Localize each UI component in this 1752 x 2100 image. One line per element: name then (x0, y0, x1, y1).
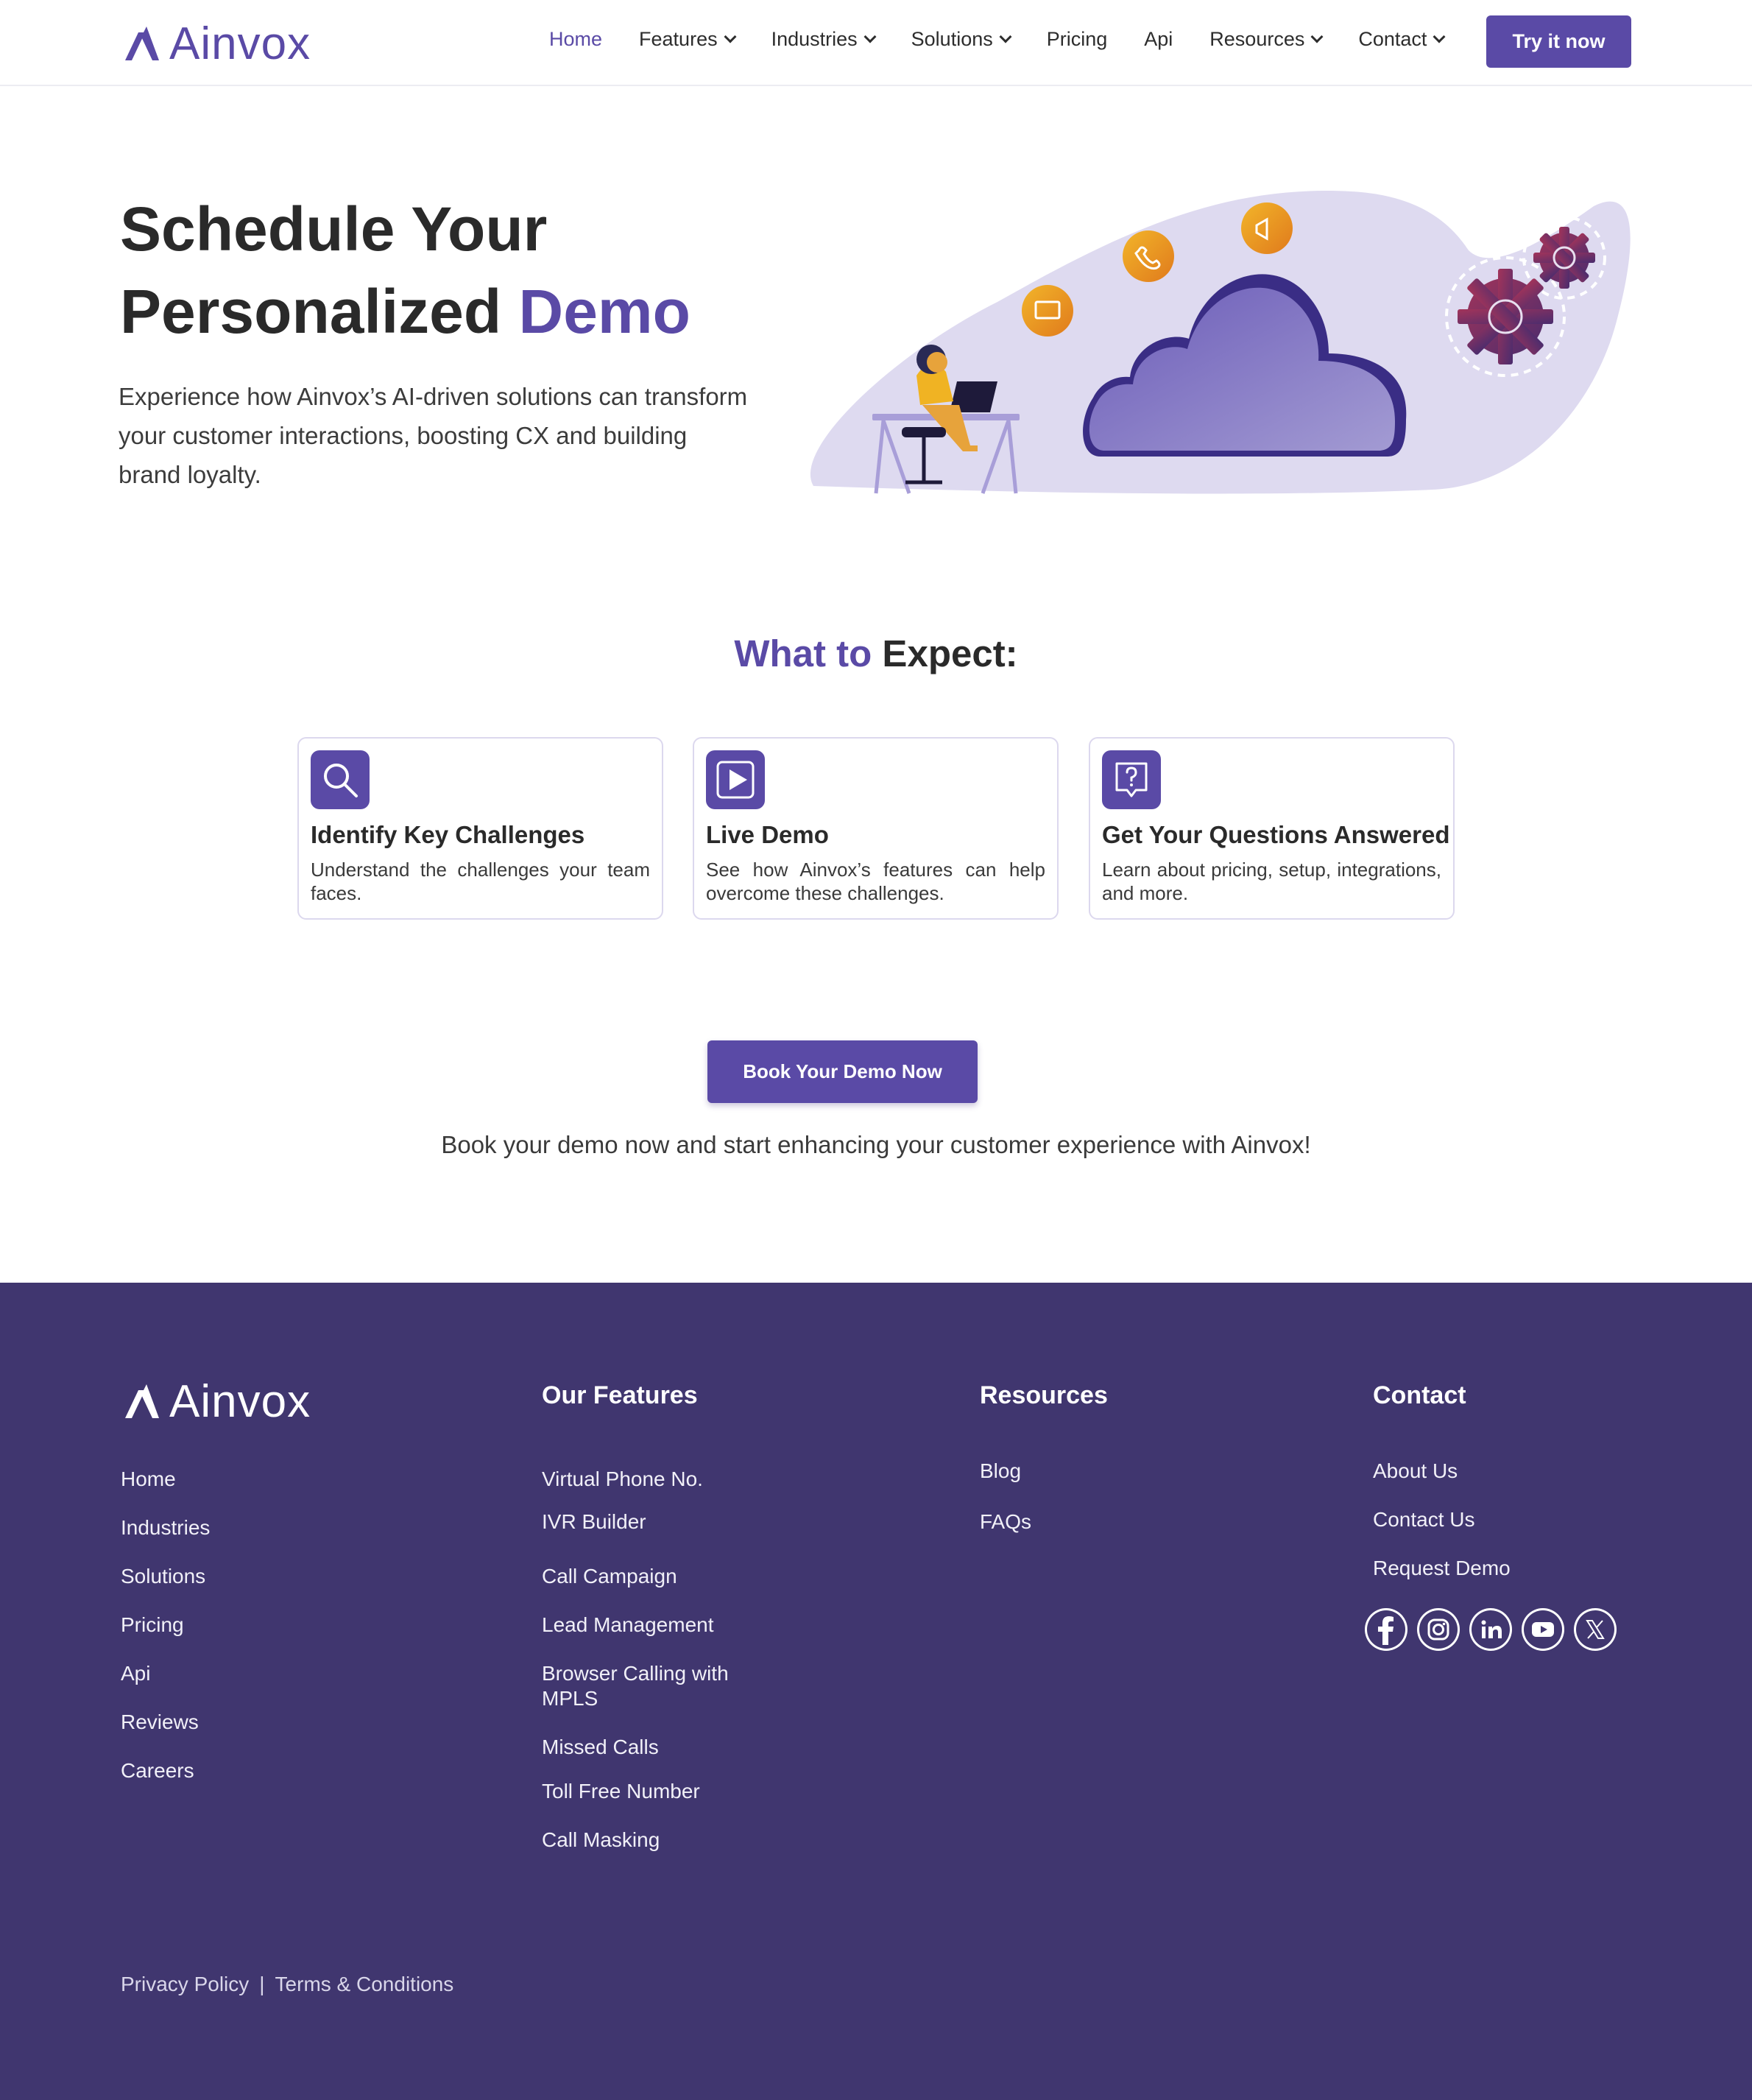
hero-subtitle: Experience how Ainvox’s AI-driven soluti… (119, 383, 748, 488)
footer-resources-title: Resources (980, 1381, 1108, 1409)
footer-link-api[interactable]: Api (121, 1661, 150, 1686)
footer-feature-browser-calling[interactable]: Browser Calling with MPLS (542, 1661, 763, 1711)
expect-title: What to Expect: (0, 632, 1752, 675)
footer-feature-call-masking[interactable]: Call Masking (542, 1828, 660, 1853)
booking-note: Book your demo now and start enhancing y… (441, 1131, 1311, 1158)
legal-separator: | (259, 1973, 265, 1995)
search-icon (311, 750, 370, 809)
footer-feature-toll-free[interactable]: Toll Free Number (542, 1779, 700, 1804)
expect-title-accent: What to (734, 633, 872, 674)
nav-industries-label: Industries (771, 28, 858, 50)
nav-features-label: Features (639, 28, 718, 50)
card-title: Identify Key Challenges (311, 821, 585, 848)
chevron-down-icon (999, 30, 1012, 43)
card-text: Understand the challenges your team face… (311, 859, 650, 904)
footer-features-title: Our Features (542, 1381, 698, 1409)
footer-link-careers[interactable]: Careers (121, 1758, 194, 1783)
brand-name: Ainvox (169, 18, 311, 69)
chevron-down-icon (724, 30, 737, 43)
nav-pricing[interactable]: Pricing (1047, 28, 1108, 51)
footer-resource-faqs[interactable]: FAQs (980, 1509, 1031, 1535)
nav-pricing-label: Pricing (1046, 28, 1108, 50)
hero-illustration (810, 191, 1631, 494)
footer-contact-contact-us[interactable]: Contact Us (1373, 1507, 1475, 1532)
nav-api[interactable]: Api (1144, 28, 1173, 51)
hero-title: Schedule Your Personalized Demo (120, 188, 690, 353)
question-icon (1102, 750, 1161, 809)
footer-link-solutions[interactable]: Solutions (121, 1564, 205, 1589)
brand-logo[interactable]: Ainvox (125, 18, 311, 70)
footer-link-pricing[interactable]: Pricing (121, 1613, 184, 1638)
expect-card-live-demo: Live Demo See how Ainvox’s features can … (693, 737, 1059, 920)
nav-resources[interactable]: Resources (1209, 28, 1324, 51)
book-demo-button[interactable]: Book Your Demo Now (707, 1040, 978, 1103)
facebook-icon[interactable] (1365, 1608, 1407, 1651)
footer-feature-lead-management[interactable]: Lead Management (542, 1613, 714, 1638)
footer-resource-blog[interactable]: Blog (980, 1459, 1021, 1484)
try-it-now-button[interactable]: Try it now (1486, 15, 1631, 68)
nav-resources-label: Resources (1209, 28, 1305, 50)
x-icon[interactable] (1574, 1608, 1617, 1651)
card-text: See how Ainvox’s features can help overc… (706, 859, 1045, 904)
footer-link-industries[interactable]: Industries (121, 1515, 210, 1540)
footer-link-reviews[interactable]: Reviews (121, 1710, 199, 1735)
card-title: Get Your Questions Answered (1102, 821, 1450, 848)
footer-logo[interactable]: Ainvox (125, 1375, 311, 1428)
hero-title-accent: Demo (518, 277, 690, 346)
nav-solutions[interactable]: Solutions (911, 28, 1012, 51)
nav-features[interactable]: Features (639, 28, 737, 51)
youtube-icon[interactable] (1522, 1608, 1564, 1651)
footer-contact-about[interactable]: About Us (1373, 1459, 1458, 1484)
expect-card-questions: Get Your Questions Answered Learn about … (1089, 737, 1455, 920)
footer-brand-name: Ainvox (169, 1376, 311, 1427)
footer-feature-call-campaign[interactable]: Call Campaign (542, 1564, 677, 1589)
footer-feature-virtual-phone[interactable]: Virtual Phone No. (542, 1467, 703, 1492)
nav-contact-label: Contact (1358, 28, 1427, 50)
nav-home-label: Home (549, 28, 603, 50)
card-text: Learn about pricing, setup, integrations… (1102, 859, 1441, 904)
linkedin-icon[interactable] (1469, 1608, 1512, 1651)
hero-title-line1: Schedule Your (120, 194, 548, 264)
logo-mark-icon (125, 1384, 159, 1418)
main-nav: Home Features Industries Solutions Prici… (549, 28, 1480, 51)
instagram-icon[interactable] (1417, 1608, 1460, 1651)
nav-industries[interactable]: Industries (771, 28, 877, 51)
card-title: Live Demo (706, 821, 829, 848)
expect-title-plain: Expect: (872, 633, 1018, 674)
nav-solutions-label: Solutions (911, 28, 993, 50)
footer-contact-title: Contact (1373, 1381, 1466, 1409)
logo-mark-icon (125, 26, 159, 60)
nav-api-label: Api (1144, 28, 1173, 50)
hero-title-line2: Personalized (120, 277, 519, 346)
chevron-down-icon (1433, 30, 1446, 43)
site-header: Ainvox Home Features Industries Solution… (0, 0, 1752, 86)
play-icon (706, 750, 765, 809)
footer-link-home[interactable]: Home (121, 1467, 176, 1492)
chevron-down-icon (1310, 30, 1324, 43)
social-links (1365, 1608, 1626, 1651)
chevron-down-icon (863, 30, 877, 43)
privacy-policy-link[interactable]: Privacy Policy (121, 1973, 249, 1995)
expect-card-challenges: Identify Key Challenges Understand the c… (297, 737, 663, 920)
legal-links: Privacy Policy | Terms & Conditions (121, 1973, 453, 1996)
footer-feature-ivr-builder[interactable]: IVR Builder (542, 1509, 646, 1535)
footer-feature-missed-calls[interactable]: Missed Calls (542, 1735, 659, 1760)
nav-home[interactable]: Home (549, 28, 602, 51)
terms-link[interactable]: Terms & Conditions (275, 1973, 454, 1995)
footer-contact-request-demo[interactable]: Request Demo (1373, 1556, 1511, 1581)
nav-contact[interactable]: Contact (1358, 28, 1446, 51)
